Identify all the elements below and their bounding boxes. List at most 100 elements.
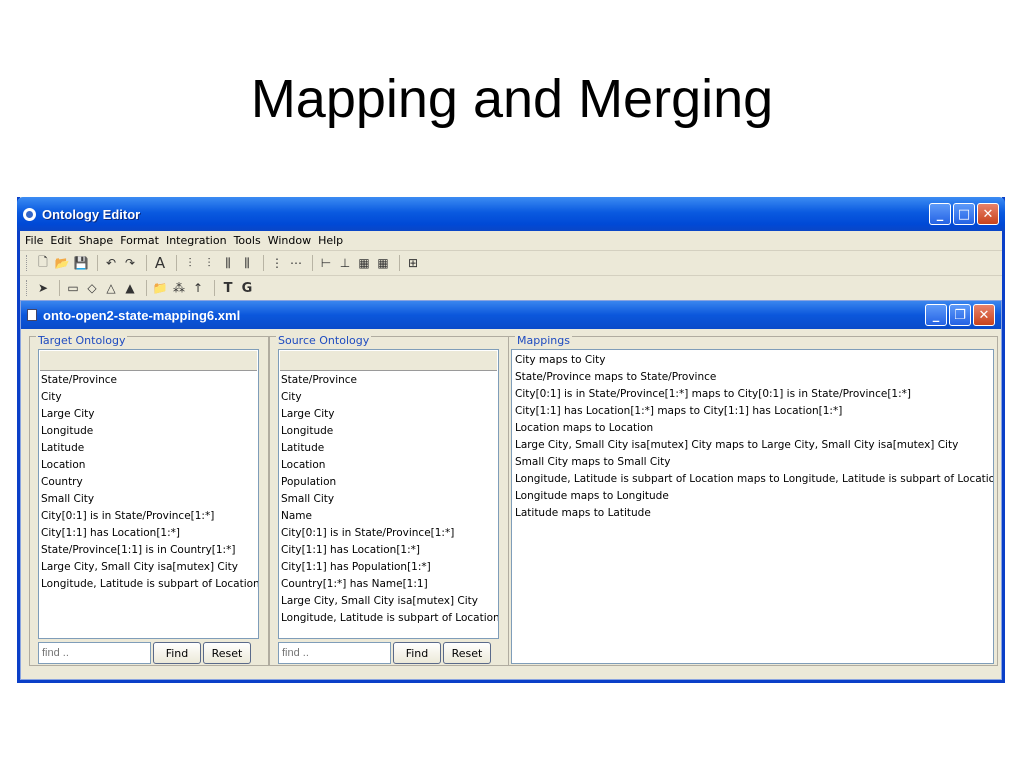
- source-list-item[interactable]: City[1:1] has Location[1:*]: [279, 542, 498, 559]
- minimize-icon[interactable]: _: [929, 203, 951, 225]
- target-list-item[interactable]: City: [39, 389, 258, 406]
- target-ontology-panel: Target Ontology State/Province City Large …: [29, 334, 269, 666]
- arrow-up-icon[interactable]: ↑: [190, 280, 206, 296]
- menu-shape[interactable]: Shape: [79, 234, 113, 247]
- mapping-item[interactable]: Longitude maps to Longitude: [512, 488, 993, 505]
- source-list-item[interactable]: City[1:1] has Population[1:*]: [279, 559, 498, 576]
- menu-integration[interactable]: Integration: [166, 234, 227, 247]
- target-list-item[interactable]: Location: [39, 457, 258, 474]
- doc-restore-icon[interactable]: ❐: [949, 304, 971, 326]
- mapping-item[interactable]: Longitude, Latitude is subpart of Locati…: [512, 471, 993, 488]
- doc-close-icon[interactable]: ✕: [973, 304, 995, 326]
- redo-icon[interactable]: ↷: [122, 255, 138, 271]
- folder-icon[interactable]: 📁: [152, 280, 168, 296]
- source-list-item[interactable]: Location: [279, 457, 498, 474]
- source-ontology-list[interactable]: State/Province City Large City Longitude Lat…: [278, 349, 499, 639]
- target-list-item[interactable]: State/Province[1:1] is in Country[1:*]: [39, 542, 258, 559]
- source-list-item[interactable]: City[0:1] is in State/Province[1:*]: [279, 525, 498, 542]
- close-icon[interactable]: ✕: [977, 203, 999, 225]
- mapping-item[interactable]: Small City maps to Small City: [512, 454, 993, 471]
- target-list-item[interactable]: Country: [39, 474, 258, 491]
- open-folder-icon[interactable]: 📂: [54, 255, 70, 271]
- source-list-item[interactable]: City: [279, 389, 498, 406]
- save-icon[interactable]: 💾: [73, 255, 89, 271]
- hierarchy-icon[interactable]: ⁂: [171, 280, 187, 296]
- mapping-item[interactable]: Large City, Small City isa[mutex] City m…: [512, 437, 993, 454]
- source-find-input[interactable]: [278, 642, 391, 664]
- maximize-icon[interactable]: □: [953, 203, 975, 225]
- source-find-button[interactable]: Find: [393, 642, 441, 664]
- source-list-item[interactable]: State/Province: [279, 372, 498, 389]
- send-back-icon[interactable]: ▦: [375, 255, 391, 271]
- source-list-item[interactable]: Small City: [279, 491, 498, 508]
- source-list-item[interactable]: Large City, Small City isa[mutex] City: [279, 593, 498, 610]
- mappings-list[interactable]: City maps to City State/Province maps to …: [511, 349, 994, 664]
- align-bottom-icon[interactable]: ⫼: [239, 255, 255, 271]
- align-left-icon[interactable]: ⫶: [182, 255, 198, 271]
- source-reset-button[interactable]: Reset: [443, 642, 491, 664]
- pointer-icon[interactable]: ➤: [35, 280, 51, 296]
- font-icon[interactable]: A: [152, 254, 168, 272]
- target-list-item[interactable]: State/Province: [39, 372, 258, 389]
- same-width-icon[interactable]: ⊢: [318, 255, 334, 271]
- undo-icon[interactable]: ↶: [103, 255, 119, 271]
- source-list-item[interactable]: Name: [279, 508, 498, 525]
- mapping-item[interactable]: Location maps to Location: [512, 420, 993, 437]
- target-ontology-label: Target Ontology: [36, 334, 128, 347]
- bring-front-icon[interactable]: ▦: [356, 255, 372, 271]
- menu-format[interactable]: Format: [120, 234, 159, 247]
- menu-help[interactable]: Help: [318, 234, 343, 247]
- triangle-outline-icon[interactable]: △: [103, 280, 119, 296]
- target-list-item[interactable]: City[1:1] has Location[1:*]: [39, 525, 258, 542]
- document-titlebar[interactable]: onto-open2-state-mapping6.xml _ ❐ ✕: [21, 301, 1001, 329]
- document-window: onto-open2-state-mapping6.xml _ ❐ ✕ Targ…: [20, 300, 1002, 680]
- window-titlebar[interactable]: Ontology Editor _ □ ✕: [17, 197, 1005, 231]
- align-right-icon[interactable]: ⫶: [201, 255, 217, 271]
- mapping-item[interactable]: City[0:1] is in State/Province[1:*] maps…: [512, 386, 993, 403]
- source-ontology-panel: Source Ontology State/Province City Large …: [269, 334, 509, 666]
- slide-title: Mapping and Merging: [250, 69, 774, 129]
- target-list-item[interactable]: Large City: [39, 406, 258, 423]
- target-find-input[interactable]: [38, 642, 151, 664]
- source-list-item[interactable]: Large City: [279, 406, 498, 423]
- layout-icon[interactable]: ⊞: [405, 255, 421, 271]
- menu-tools[interactable]: Tools: [234, 234, 261, 247]
- menu-bar: File Edit Shape Format Integration Tools…: [20, 231, 1002, 251]
- source-list-item[interactable]: Country[1:*] has Name[1:1]: [279, 576, 498, 593]
- target-find-button[interactable]: Find: [153, 642, 201, 664]
- mapping-item[interactable]: State/Province maps to State/Province: [512, 369, 993, 386]
- mapping-item[interactable]: City maps to City: [512, 352, 993, 369]
- target-list-item[interactable]: City[0:1] is in State/Province[1:*]: [39, 508, 258, 525]
- text-tool-icon[interactable]: T: [220, 280, 236, 296]
- menu-window[interactable]: Window: [268, 234, 311, 247]
- mapping-item[interactable]: City[1:1] has Location[1:*] maps to City…: [512, 403, 993, 420]
- target-reset-button[interactable]: Reset: [203, 642, 251, 664]
- menu-file[interactable]: File: [25, 234, 43, 247]
- source-list-item[interactable]: Latitude: [279, 440, 498, 457]
- align-top-icon[interactable]: ⫼: [220, 255, 236, 271]
- target-list-header: [40, 351, 257, 371]
- triangle-filled-icon[interactable]: ▲: [122, 280, 138, 296]
- source-list-item[interactable]: Longitude, Latitude is subpart of Locati…: [279, 610, 498, 627]
- group-tool-icon[interactable]: G: [239, 280, 255, 296]
- target-list-item[interactable]: Longitude: [39, 423, 258, 440]
- target-list-item[interactable]: Latitude: [39, 440, 258, 457]
- target-list-item[interactable]: Longitude, Latitude is subpart of Locati…: [39, 576, 258, 593]
- same-height-icon[interactable]: ⊥: [337, 255, 353, 271]
- source-ontology-label: Source Ontology: [276, 334, 372, 347]
- mapping-item[interactable]: Latitude maps to Latitude: [512, 505, 993, 522]
- distribute-vertical-icon[interactable]: ⋮: [269, 255, 285, 271]
- rectangle-icon[interactable]: ▭: [65, 280, 81, 296]
- doc-minimize-icon[interactable]: _: [925, 304, 947, 326]
- menu-edit[interactable]: Edit: [50, 234, 71, 247]
- target-list-item[interactable]: Large City, Small City isa[mutex] City: [39, 559, 258, 576]
- mappings-panel: Mappings City maps to City State/Province…: [508, 334, 998, 666]
- new-file-icon[interactable]: 🗋: [35, 255, 51, 271]
- source-list-item[interactable]: Population: [279, 474, 498, 491]
- target-list-item[interactable]: Small City: [39, 491, 258, 508]
- target-ontology-list[interactable]: State/Province City Large City Longitude Lat…: [38, 349, 259, 639]
- diamond-icon[interactable]: ◇: [84, 280, 100, 296]
- window-title: Ontology Editor: [42, 206, 141, 222]
- source-list-item[interactable]: Longitude: [279, 423, 498, 440]
- distribute-horizontal-icon[interactable]: ⋯: [288, 255, 304, 271]
